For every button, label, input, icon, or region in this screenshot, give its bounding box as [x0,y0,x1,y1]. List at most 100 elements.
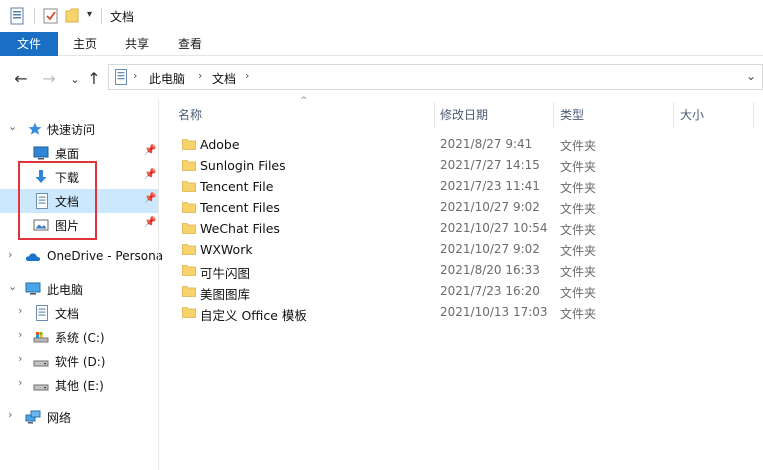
file-type: 文件夹 [560,139,597,153]
up-arrow-icon[interactable]: ↑ [85,70,103,88]
folder-icon [182,160,196,171]
table-row[interactable]: Adobe 2021/8/27 9:41 文件夹 [176,134,756,155]
table-row[interactable]: 美图图库 2021/7/23 16:20 文件夹 [176,281,756,302]
document-icon [115,69,127,85]
address-history-chevron-icon[interactable]: ⌄ [746,69,756,83]
pane-divider[interactable] [158,100,159,470]
breadcrumb-documents[interactable]: 文档 [212,70,236,87]
nav-item-drive-e[interactable]: › 其他 (E:) [0,373,158,397]
customize-toolbar-dropdown-icon[interactable]: ▾ [87,9,92,20]
highlight-annotation-box [18,161,97,240]
file-type: 文件夹 [560,286,597,300]
expand-chevron-icon[interactable]: › [18,376,22,389]
table-row[interactable]: WeChat Files 2021/10/27 10:54 文件夹 [176,218,756,239]
breadcrumb-this-pc[interactable]: 此电脑 [149,70,185,87]
forward-arrow-icon[interactable]: → [40,70,58,88]
navigation-pane: ⌄ 快速访问 桌面 📌 下载 📌 文档 📌 图片 📌 › OneDrive - … [0,100,163,470]
expand-chevron-icon[interactable]: › [18,328,22,341]
column-header-name[interactable]: 名称 [178,100,428,130]
pin-icon[interactable]: 📌 [144,217,156,228]
onedrive-cloud-icon [25,253,41,261]
column-divider[interactable] [553,102,554,128]
tab-file[interactable]: 文件 [0,32,58,56]
nav-item-drive-d[interactable]: › 软件 (D:) [0,349,158,373]
nav-label: 桌面 [55,147,80,161]
recent-locations-chevron-icon[interactable]: ⌄ [66,71,84,89]
pin-icon[interactable]: 📌 [144,169,156,180]
nav-label: 系统 (C:) [55,331,105,345]
breadcrumb-separator-icon[interactable]: › [245,69,249,82]
properties-check-icon[interactable] [43,7,58,24]
file-list: ^ 名称 修改日期 类型 大小 Adobe 2021/8/27 9:41 文件夹 Su… [166,96,763,470]
file-name: Tencent File [200,179,274,194]
nav-item-drive-c[interactable]: › 系统 (C:) [0,325,158,349]
back-arrow-icon[interactable]: ← [12,70,30,88]
tab-share[interactable]: 共享 [116,32,158,56]
file-type: 文件夹 [560,244,597,258]
toolbar-separator [101,8,102,24]
ribbon-tabs: 文件 主页 共享 查看 [0,32,763,56]
file-name: 可牛闪图 [200,266,251,281]
table-row[interactable]: WXWork 2021/10/27 9:02 文件夹 [176,239,756,260]
pin-icon[interactable]: 📌 [144,193,156,204]
file-type: 文件夹 [560,160,597,174]
nav-label: 快速访问 [47,123,96,137]
file-name: WeChat Files [200,221,280,236]
system-drive-icon [33,332,49,343]
document-properties-icon[interactable] [10,7,24,25]
toolbar-separator [34,8,35,24]
pin-icon[interactable]: 📌 [144,145,156,156]
column-divider[interactable] [673,102,674,128]
breadcrumb-separator-icon[interactable]: › [133,69,137,82]
tab-view[interactable]: 查看 [169,32,211,56]
file-modified-date: 2021/7/27 14:15 [440,158,540,172]
table-row[interactable]: 可牛闪图 2021/8/20 16:33 文件夹 [176,260,756,281]
expand-chevron-icon[interactable]: › [18,304,22,317]
collapse-chevron-icon[interactable]: ⌄ [8,280,17,293]
column-divider[interactable] [434,102,435,128]
table-row[interactable]: 自定义 Office 模板 2021/10/13 17:03 文件夹 [176,302,756,323]
network-icon [25,410,41,424]
document-icon [36,305,48,321]
file-type: 文件夹 [560,202,597,216]
folder-icon [182,223,196,234]
file-modified-date: 2021/10/27 9:02 [440,242,540,256]
expand-chevron-icon[interactable]: › [18,352,22,365]
table-row[interactable]: Sunlogin Files 2021/7/27 14:15 文件夹 [176,155,756,176]
breadcrumb-separator-icon[interactable]: › [198,69,202,82]
file-modified-date: 2021/10/27 9:02 [440,200,540,214]
file-name: 自定义 Office 模板 [200,308,307,323]
file-modified-date: 2021/7/23 11:41 [440,179,540,193]
column-header-type[interactable]: 类型 [560,100,670,130]
folder-icon [182,265,196,276]
window-title: 文档 [110,10,135,24]
new-folder-icon[interactable] [65,8,79,23]
file-name: Tencent Files [200,200,280,215]
navigation-bar: ← → ⌄ ↑ › 此电脑 › 文档 › ⌄ [0,56,763,100]
nav-item-pc-documents[interactable]: › 文档 [0,301,158,325]
file-modified-date: 2021/10/27 10:54 [440,221,548,235]
folder-icon [182,181,196,192]
file-modified-date: 2021/10/13 17:03 [440,305,548,319]
column-header-date[interactable]: 修改日期 [440,100,550,130]
expand-chevron-icon[interactable]: › [8,408,12,421]
nav-quick-access[interactable]: ⌄ 快速访问 [0,117,158,141]
table-row[interactable]: Tencent File 2021/7/23 11:41 文件夹 [176,176,756,197]
file-name: 美图图库 [200,287,251,302]
file-type: 文件夹 [560,223,597,237]
file-modified-date: 2021/7/23 16:20 [440,284,540,298]
table-row[interactable]: Tencent Files 2021/10/27 9:02 文件夹 [176,197,756,218]
nav-item-this-pc[interactable]: ⌄ 此电脑 [0,277,158,301]
drive-icon [33,384,49,391]
nav-label: 软件 (D:) [55,355,106,369]
tab-home[interactable]: 主页 [64,32,106,56]
column-header-size[interactable]: 大小 [680,100,740,130]
column-divider[interactable] [753,102,754,128]
collapse-chevron-icon[interactable]: ⌄ [8,120,17,133]
address-bar[interactable]: › 此电脑 › 文档 › ⌄ [108,64,763,90]
nav-item-onedrive[interactable]: › OneDrive - Persona [0,245,163,269]
file-name: WXWork [200,242,253,257]
nav-item-network[interactable]: › 网络 [0,405,158,429]
expand-chevron-icon[interactable]: › [8,248,12,261]
this-pc-icon [25,282,41,295]
